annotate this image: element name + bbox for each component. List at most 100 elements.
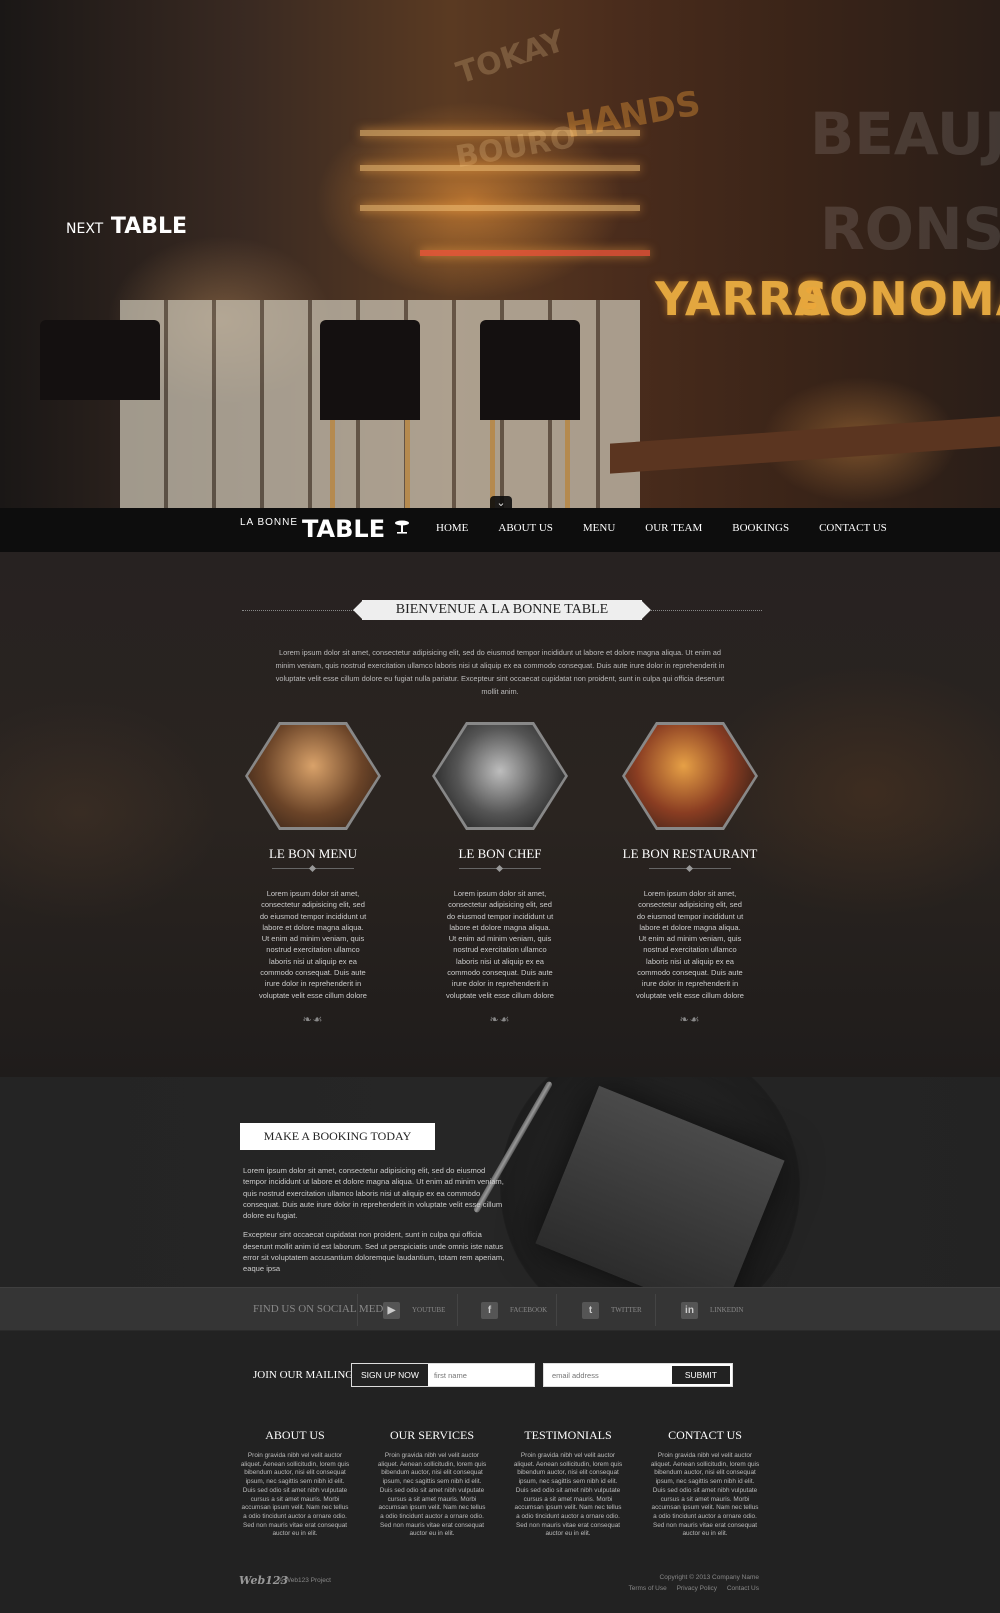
- mailing-section: Join our mailing list Sign up now Submit: [0, 1331, 1000, 1401]
- nav-menu: Home About Us Menu Our Team Bookings Con…: [436, 522, 917, 534]
- logo-small-text: LA BONNE: [240, 517, 299, 528]
- nav-item-our-team[interactable]: Our Team: [645, 522, 702, 534]
- feature-title: Le Bon Menu: [268, 846, 358, 861]
- feature-title: Le Bon Chef: [458, 846, 542, 861]
- footer-column-title[interactable]: Our Services: [377, 1428, 487, 1443]
- terms-link[interactable]: Terms of Use: [628, 1585, 666, 1592]
- feature-title: Le Bon Restaurant: [622, 846, 758, 861]
- bar-stool: [40, 320, 160, 400]
- booking-paragraph: Excepteur sint occaecat cupidatat non pr…: [243, 1230, 505, 1274]
- contact-link[interactable]: Contact Us: [727, 1585, 759, 1592]
- site-logo[interactable]: LA BONNE TABLE: [240, 515, 410, 543]
- footer-our-services: Our Services Proin gravida nibh vel veli…: [377, 1428, 487, 1539]
- shelf: [420, 250, 650, 256]
- next-table-sign: NEXT TABLE: [66, 214, 187, 239]
- footer-column-text: Proin gravida nibh vel velit auctor aliq…: [377, 1452, 487, 1538]
- divider: [272, 864, 354, 874]
- welcome-section: Bienvenue a la Bonne Table Lorem ipsum d…: [0, 552, 1000, 1077]
- linkedin-icon: in: [681, 1301, 698, 1319]
- privacy-link[interactable]: Privacy Policy: [677, 1585, 717, 1592]
- booking-section: Make a Booking Today Lorem ipsum dolor s…: [0, 1077, 1000, 1287]
- footer-column-text: Proin gravida nibh vel velit auctor aliq…: [513, 1452, 623, 1538]
- social-twitter[interactable]: t Twitter: [582, 1288, 642, 1332]
- bottom-bar: Web123 A Web123 Project Copyright © 2013…: [0, 1560, 1000, 1613]
- stool-leg: [490, 420, 495, 508]
- feature-image-frame[interactable]: [245, 722, 381, 830]
- social-label-linkedin: LinkedIn: [710, 1306, 744, 1314]
- feature-chef: Le Bon Chef Lorem ipsum dolor sit amet, …: [405, 722, 595, 1026]
- footer-about-us: About Us Proin gravida nibh vel velit au…: [240, 1428, 350, 1539]
- hero-image: BEAUJOL RONSA TOKAY HANDS BOURO YARRA SO…: [0, 0, 1000, 508]
- nav-item-bookings[interactable]: Bookings: [732, 522, 789, 534]
- bar-stool: [480, 320, 580, 420]
- booking-text: Lorem ipsum dolor sit amet, consectetur …: [243, 1165, 508, 1275]
- logo-big-text: TABLE: [302, 515, 386, 543]
- footer-column-title[interactable]: About Us: [240, 1428, 350, 1443]
- flourish-icon: ❧☙: [679, 1013, 701, 1026]
- footer-column-text: Proin gravida nibh vel velit auctor aliq…: [240, 1452, 350, 1538]
- footer-links: Terms of Use Privacy Policy Contact Us: [620, 1585, 759, 1592]
- feature-restaurant: Le Bon Restaurant Lorem ipsum dolor sit …: [595, 722, 785, 1026]
- social-label-facebook: Facebook: [510, 1306, 548, 1314]
- brand-subtitle: A Web123 Project: [279, 1577, 331, 1584]
- sign-table: TABLE: [110, 214, 188, 239]
- feature-text: Lorem ipsum dolor sit amet, consectetur …: [259, 889, 367, 1000]
- nav-item-about-us[interactable]: About Us: [498, 522, 553, 534]
- wall-word: SONOMA: [795, 272, 1000, 326]
- footer-contact-us: Contact Us Proin gravida nibh vel velit …: [650, 1428, 760, 1539]
- feature-image-frame[interactable]: [622, 722, 758, 830]
- sign-next: NEXT: [66, 221, 104, 237]
- footer-columns: About Us Proin gravida nibh vel velit au…: [0, 1420, 1000, 1540]
- main-nav: ⌄ LA BONNE TABLE Home About Us Menu Our T…: [0, 496, 1000, 552]
- feature-menu-image: [248, 725, 378, 827]
- wall-text: TOKAY: [452, 23, 569, 92]
- social-label: Find us on social media: [253, 1303, 395, 1315]
- separator: [556, 1294, 557, 1326]
- footer-column-title[interactable]: Contact Us: [650, 1428, 760, 1443]
- feature-chef-image: [435, 725, 565, 827]
- social-label-twitter: Twitter: [611, 1306, 642, 1314]
- shelf: [360, 205, 640, 211]
- table-icon: [394, 520, 409, 534]
- social-label-youtube: Youtube: [412, 1306, 446, 1314]
- signup-group: Sign up now: [351, 1363, 535, 1387]
- submit-button[interactable]: Submit: [671, 1366, 730, 1384]
- wall-text: BEAUJOL: [810, 100, 1000, 168]
- footer-column-text: Proin gravida nibh vel velit auctor aliq…: [650, 1452, 760, 1538]
- welcome-intro: Lorem ipsum dolor sit amet, consectetur …: [275, 648, 725, 696]
- stool-leg: [565, 420, 570, 508]
- divider: [459, 864, 541, 874]
- footer-column-title[interactable]: Testimonials: [513, 1428, 623, 1443]
- booking-title[interactable]: Make a Booking Today: [240, 1123, 435, 1150]
- stool-leg: [330, 420, 335, 508]
- feature-image-frame[interactable]: [432, 722, 568, 830]
- flourish-icon: ❧☙: [302, 1013, 324, 1026]
- social-linkedin[interactable]: in LinkedIn: [681, 1288, 743, 1332]
- flourish-icon: ❧☙: [489, 1013, 511, 1026]
- bar-stool: [320, 320, 420, 420]
- first-name-input[interactable]: [427, 1364, 534, 1386]
- feature-text: Lorem ipsum dolor sit amet, consectetur …: [636, 889, 744, 1000]
- nav-item-home[interactable]: Home: [436, 522, 468, 534]
- booking-paragraph: Lorem ipsum dolor sit amet, consectetur …: [243, 1166, 504, 1221]
- email-input[interactable]: [544, 1364, 670, 1386]
- divider: [649, 864, 731, 874]
- shelf: [360, 165, 640, 171]
- youtube-icon: ▶: [383, 1301, 400, 1319]
- social-facebook[interactable]: f Facebook: [481, 1288, 547, 1332]
- nav-item-contact-us[interactable]: Contact Us: [819, 522, 887, 534]
- stool-leg: [405, 420, 410, 508]
- dining-table: [610, 416, 1000, 474]
- social-youtube[interactable]: ▶ Youtube: [383, 1288, 445, 1332]
- scroll-down-icon[interactable]: ⌄: [490, 496, 512, 510]
- social-bar: Find us on social media ▶ Youtube f Face…: [0, 1287, 1000, 1331]
- footer-testimonials: Testimonials Proin gravida nibh vel veli…: [513, 1428, 623, 1539]
- feature-text: Lorem ipsum dolor sit amet, consectetur …: [446, 889, 554, 1000]
- email-group: Submit: [543, 1363, 733, 1387]
- facebook-icon: f: [481, 1301, 498, 1319]
- signup-label: Sign up now: [352, 1364, 428, 1386]
- nav-item-menu[interactable]: Menu: [583, 522, 615, 534]
- wall-text: HANDS: [562, 83, 704, 147]
- feature-menu: Le Bon Menu Lorem ipsum dolor sit amet, …: [218, 722, 408, 1026]
- wall-text: RONSA: [820, 195, 1000, 263]
